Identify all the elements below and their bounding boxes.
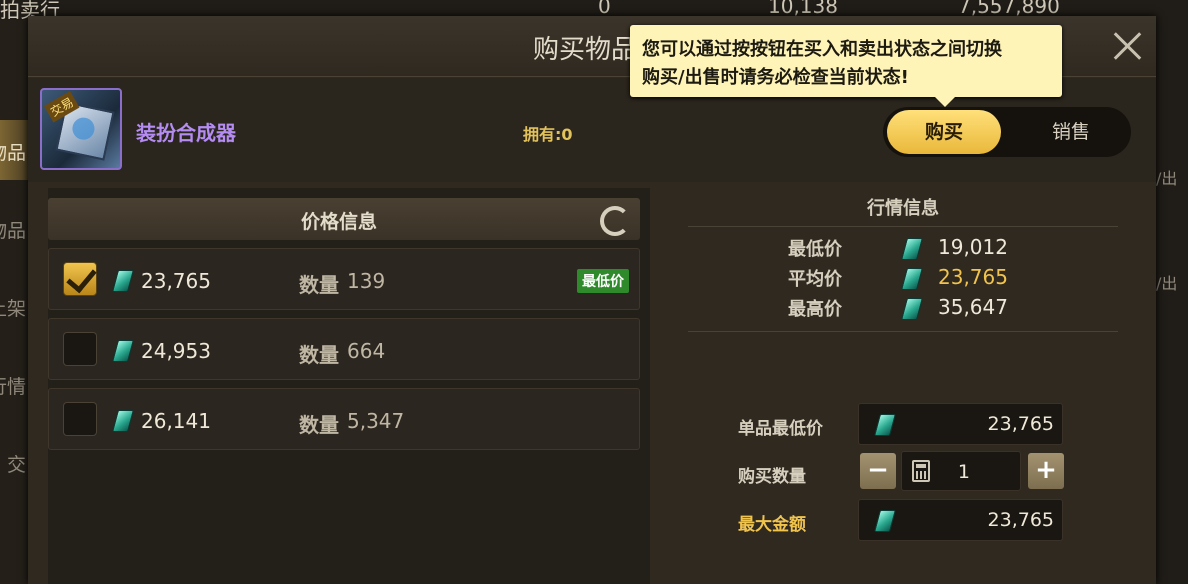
price-info-title: 价格信息	[301, 211, 378, 233]
unit-price-label: 单品最低价	[738, 419, 823, 439]
buy-mode-button[interactable]: 购买	[887, 110, 1001, 154]
nav-item-label: 物品	[0, 142, 26, 164]
market-info-box: 最低价 19,012 平均价 23,765 最高价 35,647	[688, 226, 1118, 332]
gem-currency-icon	[112, 410, 134, 432]
unit-price-value: 23,765	[987, 413, 1054, 435]
market-row-lowest: 最低价 19,012	[688, 233, 1118, 263]
nav-item-my-items[interactable]: 物品	[0, 198, 28, 258]
gem-currency-icon	[874, 510, 896, 532]
gem-currency-icon	[874, 414, 896, 436]
quantity-value: 1	[957, 461, 970, 483]
quantity-label: 数量	[299, 343, 339, 367]
quantity-label: 数量	[299, 273, 339, 297]
owned-count: 拥有:0	[523, 125, 573, 144]
nav-item-items[interactable]: 物品	[0, 120, 28, 180]
sell-mode-button[interactable]: 销售	[1015, 110, 1127, 154]
listing-checkbox[interactable]	[63, 332, 97, 366]
market-row-highest: 最高价 35,647	[688, 293, 1118, 323]
nav-item-trade[interactable]: 交	[0, 432, 28, 492]
lowest-price-badge: 最低价	[577, 269, 629, 293]
quantity-input[interactable]: 1	[901, 451, 1021, 491]
right-background: /出 /出	[1156, 20, 1188, 584]
gem-currency-icon	[901, 298, 923, 320]
refresh-icon[interactable]	[600, 206, 630, 236]
max-amount-field: 23,765	[858, 499, 1063, 541]
quantity-input-label: 购买数量	[738, 467, 806, 487]
gem-currency-icon	[112, 340, 134, 362]
quantity-label: 数量	[299, 413, 339, 437]
nav-item-listing[interactable]: 上架	[0, 276, 28, 336]
listing-checkbox[interactable]	[63, 402, 97, 436]
gem-currency-icon	[901, 268, 923, 290]
background-text: /出	[1156, 169, 1178, 188]
nav-item-market[interactable]: 行情	[0, 354, 28, 414]
listing-price: 24,953	[141, 339, 211, 363]
gem-currency-icon	[901, 238, 923, 260]
market-label: 平均价	[788, 269, 842, 290]
price-info-header: 价格信息	[48, 198, 640, 240]
listing-quantity: 5,347	[347, 409, 405, 433]
listing-checkbox[interactable]	[63, 262, 97, 296]
price-info-panel: 价格信息 23,765 数量 139 最低价 24,953 数量 664 26,…	[48, 188, 650, 584]
item-image: 交易	[40, 88, 122, 170]
buy-item-modal: 购买物品 交易 装扮合成器 拥有:0 购买 销售 价格信息 23,765 数量 …	[28, 16, 1156, 584]
market-value: 35,647	[938, 295, 1008, 319]
unit-price-field: 23,765	[858, 403, 1063, 445]
item-name: 装扮合成器	[136, 121, 236, 145]
listing-quantity: 664	[347, 339, 386, 363]
market-value: 23,765	[938, 265, 1008, 289]
nav-item-label: 行情	[0, 376, 26, 398]
increase-quantity-button[interactable]: +	[1028, 453, 1064, 489]
nav-item-label: 物品	[0, 220, 26, 242]
listing-row[interactable]: 23,765 数量 139 最低价	[48, 248, 640, 310]
listing-row[interactable]: 26,141 数量 5,347	[48, 388, 640, 450]
close-icon[interactable]	[1110, 28, 1146, 64]
listing-price: 26,141	[141, 409, 211, 433]
max-amount-label: 最大金额	[738, 515, 806, 535]
market-info-title: 行情信息	[867, 198, 939, 219]
listing-price: 23,765	[141, 269, 211, 293]
listing-row[interactable]: 24,953 数量 664	[48, 318, 640, 380]
buy-sell-toggle: 购买 销售	[883, 107, 1131, 157]
max-amount-value: 23,765	[987, 509, 1054, 531]
market-label: 最低价	[788, 239, 842, 260]
nav-item-label: 交	[6, 454, 26, 476]
nav-item-label: 上架	[0, 298, 26, 320]
gem-currency-icon	[112, 270, 134, 292]
market-row-average: 平均价 23,765	[688, 263, 1118, 293]
tooltip-line-2: 购买/出售时请务必检查当前状态!	[642, 67, 909, 88]
modal-title: 购买物品	[533, 35, 638, 65]
market-label: 最高价	[788, 299, 842, 320]
calculator-icon[interactable]	[912, 460, 930, 482]
decrease-quantity-button[interactable]: −	[860, 453, 896, 489]
buy-sell-tooltip: 您可以通过按按钮在买入和卖出状态之间切换 购买/出售时请务必检查当前状态!	[630, 25, 1062, 107]
left-nav: 物品 物品 上架 行情 交	[0, 20, 28, 584]
listing-quantity: 139	[347, 269, 386, 293]
tooltip-line-1: 您可以通过按按钮在买入和卖出状态之间切换	[642, 39, 1002, 60]
background-text: /出	[1156, 274, 1178, 293]
market-value: 19,012	[938, 235, 1008, 259]
